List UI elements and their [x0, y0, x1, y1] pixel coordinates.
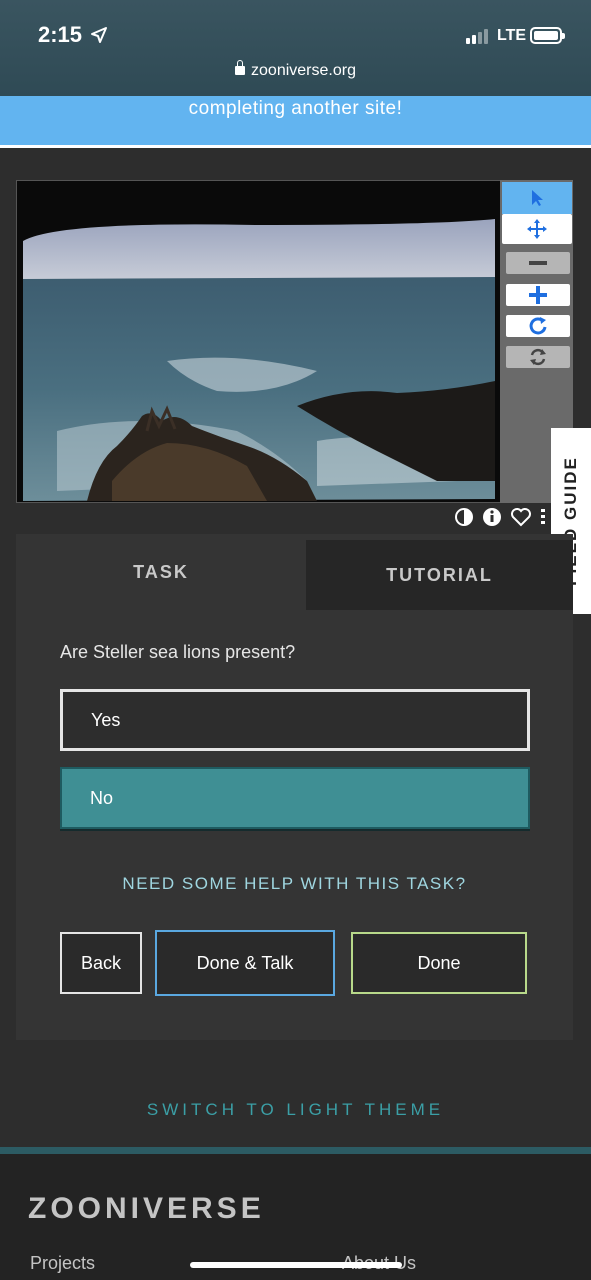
move-icon [527, 219, 547, 239]
footer-divider [0, 1147, 591, 1154]
info-icon[interactable] [482, 507, 502, 527]
signal-icon [466, 28, 488, 44]
carrier-label: LTE [497, 27, 527, 44]
favorite-icon[interactable] [510, 507, 532, 527]
switch-theme-link[interactable]: SWITCH TO LIGHT THEME [0, 1100, 591, 1120]
move-tool-button[interactable] [502, 214, 572, 244]
reset-icon [530, 348, 546, 366]
seascape-image [17, 181, 501, 502]
footer-link-projects[interactable]: Projects [30, 1253, 95, 1274]
location-arrow-icon [91, 27, 107, 43]
done-and-talk-button[interactable]: Done & Talk [155, 930, 335, 996]
reset-button[interactable] [506, 346, 570, 368]
banner-text: completing another site! [188, 98, 403, 119]
tab-task[interactable]: TASK [16, 534, 306, 610]
done-button[interactable]: Done [351, 932, 527, 994]
pointer-icon [532, 190, 543, 206]
url-bar[interactable]: zooniverse.org [0, 60, 591, 80]
invert-icon[interactable] [454, 507, 474, 527]
announcement-banner: completing another site! [0, 96, 591, 148]
zoom-in-button[interactable] [506, 284, 570, 306]
rotate-icon [529, 317, 547, 335]
battery-icon [530, 27, 565, 44]
browser-chrome: 2:15 LTE zooniverse.org [0, 0, 591, 96]
answer-yes-label: Yes [91, 709, 121, 730]
url-text: zooniverse.org [251, 62, 356, 79]
answer-no-button[interactable]: No [60, 767, 530, 829]
zoom-in-icon [529, 286, 547, 304]
task-help-link[interactable]: NEED SOME HELP WITH THIS TASK? [16, 874, 573, 894]
more-icon[interactable] [540, 507, 546, 527]
subject-image[interactable] [16, 180, 502, 503]
tab-tutorial[interactable]: TUTORIAL [306, 540, 573, 610]
back-button[interactable]: Back [60, 932, 142, 994]
lock-icon [235, 60, 246, 75]
zoom-out-icon [529, 261, 547, 265]
rotate-button[interactable] [506, 315, 570, 337]
answer-yes-button[interactable]: Yes [60, 689, 530, 751]
zooniverse-logo[interactable]: ZOONIVERSE [28, 1192, 265, 1226]
answer-no-label: No [90, 787, 114, 808]
subject-meta-icons [454, 507, 546, 527]
task-panel: TASK TUTORIAL Are Steller sea lions pres… [16, 534, 573, 1040]
task-question: Are Steller sea lions present? [60, 642, 296, 662]
zoom-out-button[interactable] [506, 252, 570, 274]
pointer-tool-button[interactable] [502, 182, 572, 214]
home-indicator[interactable] [190, 1262, 402, 1268]
status-time: 2:15 [38, 22, 83, 47]
